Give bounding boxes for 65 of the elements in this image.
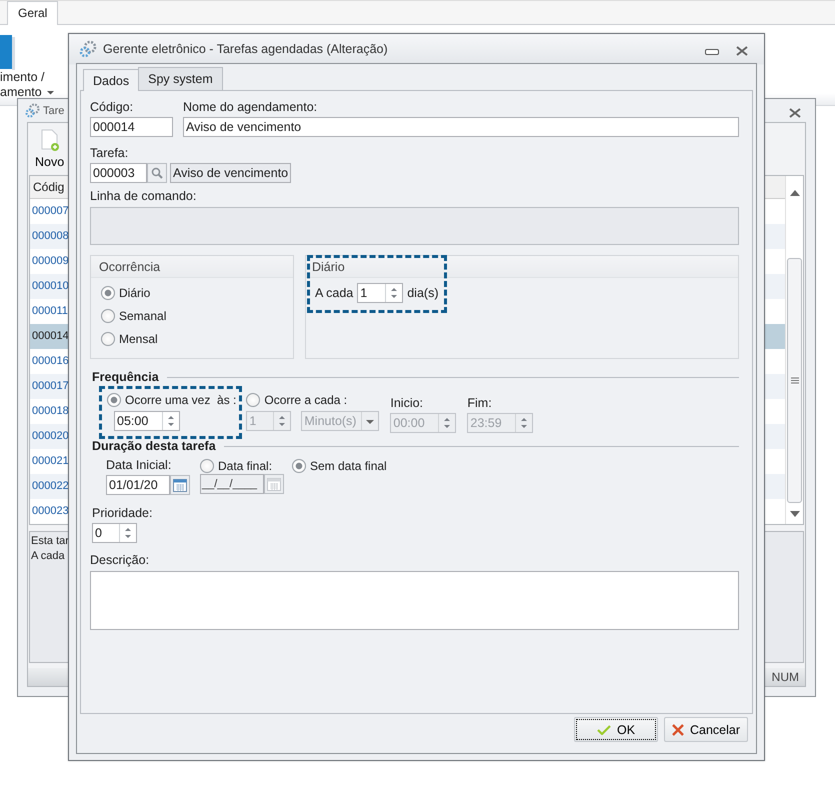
ribbon-button-label[interactable]: imento / xyxy=(0,70,54,85)
spin-field[interactable]: 0 xyxy=(92,523,137,543)
group-title: Ocorrência xyxy=(99,260,160,274)
cross-icon xyxy=(672,724,684,736)
field-label: Prioridade: xyxy=(92,506,152,521)
gears-icon xyxy=(78,38,98,58)
label-text: dia(s) xyxy=(407,286,438,300)
calendar-button[interactable] xyxy=(264,474,284,494)
radio-button[interactable]: Diário xyxy=(101,285,293,301)
tab[interactable]: Dados xyxy=(83,69,140,91)
caret-icon[interactable] xyxy=(46,90,54,95)
date-field[interactable]: 01/01/20 xyxy=(106,475,170,495)
minimize-icon[interactable] xyxy=(705,49,719,55)
group-title: Diário xyxy=(312,260,345,274)
label-text: A cada xyxy=(315,286,354,300)
radio-button[interactable]: Sem data final xyxy=(292,458,387,474)
radio-button[interactable]: Semanal xyxy=(101,308,293,324)
section-heading: Frequência xyxy=(92,370,159,385)
grip-icon xyxy=(790,377,798,384)
field-label: Data Inicial: xyxy=(106,458,172,473)
input-field[interactable]: 000014 xyxy=(90,117,173,137)
checkmark-icon xyxy=(596,724,611,734)
ok-button[interactable]: OK xyxy=(574,717,658,742)
radio-button[interactable]: Ocorre uma vez às : xyxy=(107,392,236,408)
field-label: Código: xyxy=(90,100,134,115)
radio-button[interactable]: Data final: xyxy=(200,458,272,474)
info-text: A cada xyxy=(31,549,65,564)
read-only-field: Aviso de vencimento xyxy=(170,163,292,183)
field-label: Nome do agendamento: xyxy=(183,100,318,115)
cancel-button[interactable]: Cancelar xyxy=(664,717,748,742)
calendar-icon xyxy=(173,478,187,492)
date-field[interactable]: __/__/____ xyxy=(200,474,264,494)
gears-icon xyxy=(24,102,41,119)
ribbon-button-label[interactable]: amento xyxy=(0,85,54,100)
window-title: Tare xyxy=(43,104,64,116)
text-area[interactable] xyxy=(90,571,739,630)
section-heading: Duração desta tarefa xyxy=(92,439,216,454)
radio-button[interactable]: Mensal xyxy=(101,331,293,347)
status-text: NUM xyxy=(772,670,799,684)
calendar-icon xyxy=(267,478,281,490)
calendar-button[interactable] xyxy=(170,475,190,495)
window-title: Gerente eletrônico - Tarefas agendadas (Alteração) xyxy=(103,42,388,56)
scrollbar[interactable] xyxy=(785,176,803,524)
input-field[interactable]: 000003 xyxy=(90,163,147,183)
close-icon[interactable] xyxy=(789,108,801,118)
spin-field[interactable]: 05:00 xyxy=(114,411,180,431)
scroll-down-icon[interactable] xyxy=(790,511,800,517)
spin-field[interactable]: 1 xyxy=(357,283,404,303)
scroll-up-icon[interactable] xyxy=(790,190,800,196)
field-label: Inicio: xyxy=(390,396,424,411)
search-icon xyxy=(151,167,163,179)
input-field[interactable]: Aviso de vencimento xyxy=(183,117,739,137)
new-document-icon xyxy=(40,129,60,153)
tab[interactable]: Spy system xyxy=(138,67,223,90)
field-label: Tarefa: xyxy=(90,146,128,161)
close-icon[interactable] xyxy=(736,46,748,56)
new-button[interactable]: Novo xyxy=(33,129,66,169)
input-field[interactable] xyxy=(90,207,739,245)
field-label: Descrição: xyxy=(90,553,150,568)
scrollbar-thumb[interactable] xyxy=(787,258,802,503)
search-button[interactable] xyxy=(147,163,167,183)
info-text: Esta tar xyxy=(31,534,69,549)
ribbon-tab[interactable]: Geral xyxy=(7,1,58,25)
field-label: Linha de comando: xyxy=(90,189,196,204)
field-label: Fim: xyxy=(467,396,492,411)
